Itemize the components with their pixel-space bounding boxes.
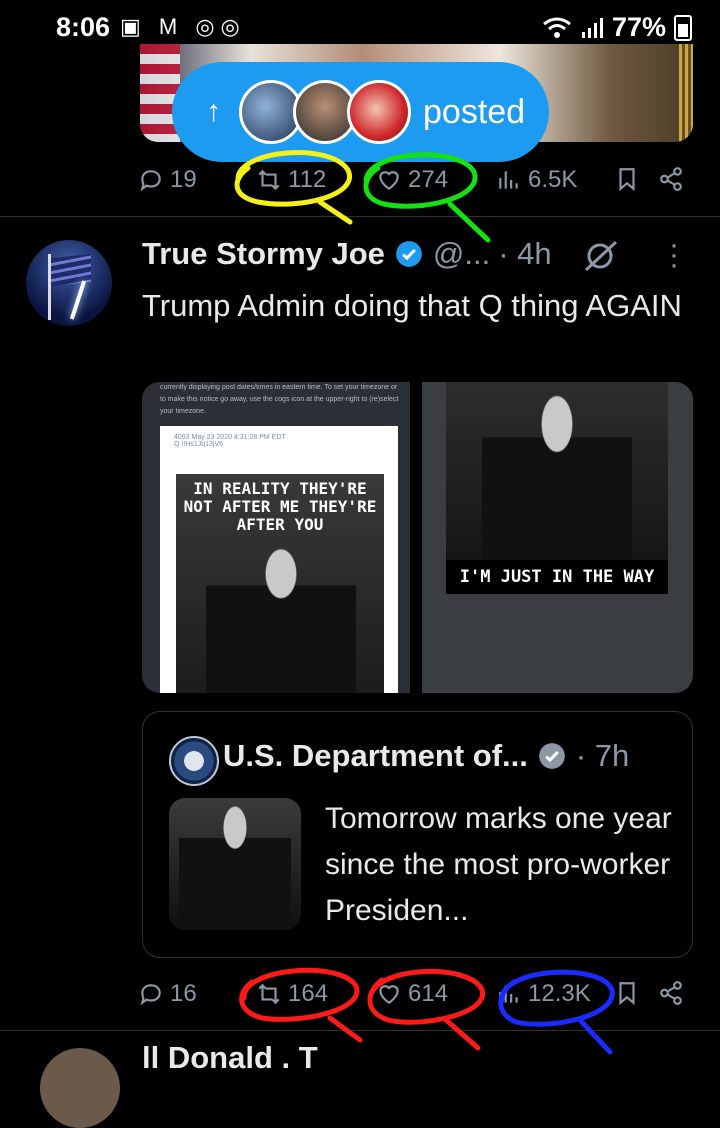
repost-icon (258, 169, 280, 191)
views-button[interactable]: 6.5K (496, 166, 577, 194)
author-name[interactable]: True Stormy Joe (142, 236, 385, 272)
qpost-card: 4093 May 23 2020 4:31:28 PM EDT Q !!Hs1J… (160, 426, 398, 693)
divider (0, 1030, 720, 1031)
battery-percent: 77% (611, 12, 666, 42)
share-button[interactable] (658, 166, 684, 192)
wifi-icon (543, 17, 571, 38)
status-bar: 8:06 ▣ M ◎◎ 77% (0, 0, 720, 50)
quote-thumbnail (169, 798, 301, 930)
reply-count: 16 (170, 980, 197, 1007)
avatar (347, 80, 411, 144)
repost-button[interactable]: 164 (256, 980, 328, 1008)
reply-count: 19 (170, 166, 197, 193)
reply-icon (140, 984, 161, 1006)
new-posts-pill[interactable]: ↑ posted (172, 62, 549, 162)
share-icon (660, 981, 682, 1005)
like-button[interactable]: 274 (376, 166, 448, 194)
poster-image: IN REALITY THEY'RE NOT AFTER ME THEY'RE … (176, 474, 384, 693)
media-separator (410, 382, 422, 693)
notification-icons: ▣ M ◎◎ (120, 14, 246, 39)
post-time[interactable]: · 4h (498, 236, 551, 272)
quote-header: U.S. Department of... · 7h (223, 738, 629, 774)
status-right: 77% (542, 12, 692, 43)
media-image-right[interactable]: I'M JUST IN THE WAY (422, 382, 693, 693)
heart-icon (379, 171, 399, 190)
frame-image-part (679, 44, 693, 142)
share-icon (660, 167, 682, 191)
tweet-header: True Stormy Joe @... · 4h (142, 236, 552, 272)
bookmark-icon (619, 982, 635, 1006)
like-button[interactable]: 614 (376, 980, 448, 1008)
share-button[interactable] (658, 980, 684, 1006)
media-left-note: currently displaying post dates/times in… (160, 384, 399, 415)
bookmark-button[interactable] (614, 980, 640, 1006)
reply-icon (140, 170, 161, 192)
views-icon (499, 985, 518, 1003)
media-image-left[interactable]: currently displaying post dates/times in… (142, 382, 410, 693)
reply-button[interactable]: 16 (138, 980, 197, 1008)
reply-button[interactable]: 19 (138, 166, 197, 194)
right-caption: I'M JUST IN THE WAY (446, 560, 668, 594)
figure-silhouette (179, 802, 291, 930)
post-actions: 16 164 614 12.3K (0, 974, 720, 1018)
left-caption: IN REALITY THEY'RE NOT AFTER ME THEY'RE … (183, 479, 377, 534)
figure-silhouette (206, 544, 356, 693)
quote-author-name: U.S. Department of... (223, 738, 528, 773)
repost-icon (258, 983, 280, 1005)
media-grid: currently displaying post dates/times in… (142, 382, 693, 693)
more-options-icon[interactable]: · · · (662, 230, 686, 280)
previous-post-actions: 19 112 274 6.5K (0, 160, 720, 204)
views-count: 6.5K (528, 166, 578, 193)
next-author-name[interactable]: ll Donald . T (142, 1040, 318, 1076)
avatar[interactable] (40, 1048, 120, 1128)
status-time: 8:06 (56, 12, 111, 42)
repost-button[interactable]: 112 (256, 166, 326, 194)
signal-icon (581, 17, 603, 38)
bookmark-button[interactable] (614, 166, 640, 192)
quote-text: Tomorrow marks one year since the most p… (325, 802, 672, 927)
author-handle[interactable]: @... (433, 236, 490, 272)
tweet-text: Trump Admin doing that Q thing AGAIN (142, 288, 682, 323)
figure-silhouette (482, 390, 632, 560)
views-button[interactable]: 12.3K (496, 980, 591, 1008)
bookmark-icon (619, 168, 635, 192)
quote-time: · 7h (575, 738, 630, 773)
views-icon (499, 171, 518, 189)
qpost-header: 4093 May 23 2020 4:31:28 PM EDT Q !!Hs1J… (174, 434, 286, 448)
like-count: 274 (408, 166, 449, 193)
quoted-post[interactable]: U.S. Department of... · 7h Tomorrow mark… (142, 711, 693, 958)
gov-verified-badge-icon (539, 743, 565, 769)
divider (0, 216, 720, 217)
department-seal-icon (169, 736, 219, 786)
verified-badge-icon (396, 241, 422, 267)
arrow-up-icon: ↑ (206, 95, 221, 128)
repost-count: 112 (288, 166, 327, 193)
grok-icon[interactable] (580, 238, 620, 274)
views-count: 12.3K (528, 980, 591, 1007)
repost-count: 164 (288, 980, 329, 1007)
posted-label: posted (423, 92, 526, 131)
like-count: 614 (408, 980, 449, 1007)
battery-icon (674, 14, 692, 41)
heart-icon (379, 985, 399, 1004)
avatar[interactable] (26, 240, 112, 326)
